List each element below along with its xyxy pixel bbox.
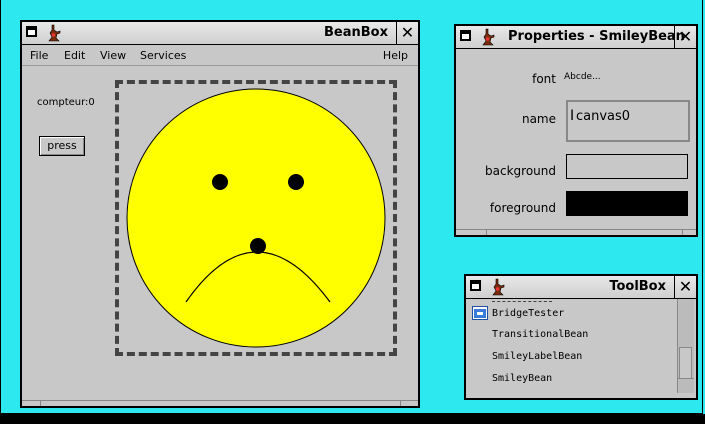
font-sample[interactable]: Abcde... [564,72,601,82]
close-icon[interactable]: ✕ [396,22,418,44]
window-menu-icon[interactable] [26,26,37,37]
toolbox-item-smileylabelbean[interactable]: SmileyLabelBean [492,351,582,362]
name-input[interactable]: I canvas0 [566,100,690,142]
toolbox-window: ToolBox ✕ BridgeTester TransitionalBean … [464,274,698,400]
scroll-down-arrow-icon[interactable] [678,378,694,393]
smiley-bean[interactable] [124,88,388,348]
foreground-label: foreground [489,201,556,215]
window-menu-icon[interactable] [460,30,471,41]
menu-help[interactable]: Help [383,49,408,62]
clipped-item [492,299,552,302]
properties-window: Properties - SmileyBean ✕ font Abcde... … [454,24,698,237]
toolbox-titlebar[interactable]: ToolBox ✕ [466,276,696,299]
properties-titlebar[interactable]: Properties - SmileyBean ✕ [456,26,696,49]
menu-view[interactable]: View [100,49,126,62]
left-eye [212,174,228,190]
name-label: name [521,112,556,126]
scroll-thumb[interactable] [679,347,692,379]
menu-services[interactable]: Services [140,49,186,62]
close-icon[interactable]: ✕ [674,276,696,298]
properties-scrollbar[interactable] [456,229,696,235]
toolbox-item-smileybean[interactable]: SmileyBean [492,373,552,384]
foreground-swatch[interactable] [566,191,688,216]
text-cursor-icon: I [570,108,575,124]
duke-icon [492,278,505,296]
beanbox-window: BeanBox ✕ File Edit View Services Help c… [20,20,420,408]
background-swatch[interactable] [566,154,688,179]
duke-icon [48,24,61,42]
menu-file[interactable]: File [30,49,48,62]
press-button[interactable]: press [39,136,85,156]
counter-label: compteur:0 [37,97,95,108]
toolbox-vertical-scrollbar[interactable] [677,299,694,393]
desktop-bottom-bar [0,414,705,424]
toolbox-list: BridgeTester TransitionalBean SmileyLabe… [468,299,677,393]
font-label: font [532,72,556,86]
toolbox-title: ToolBox [609,279,666,294]
background-label: background [485,164,556,178]
close-icon[interactable]: ✕ [674,26,696,48]
properties-title: Properties - SmileyBean [508,29,685,44]
menu-edit[interactable]: Edit [64,49,85,62]
name-value: canvas0 [576,109,631,124]
bridge-tester-icon [472,306,488,320]
beanbox-menubar: File Edit View Services Help [22,45,418,66]
duke-icon [482,28,495,46]
toolbox-item-transitionalbean[interactable]: TransitionalBean [492,329,588,340]
beanbox-title: BeanBox [324,25,388,40]
smiley-face [126,88,386,348]
right-eye [288,174,304,190]
window-menu-icon[interactable] [470,280,481,291]
beanbox-scrollbar[interactable] [22,400,418,406]
beanbox-titlebar[interactable]: BeanBox ✕ [22,22,418,45]
toolbox-item-bridgetester[interactable]: BridgeTester [492,308,564,319]
